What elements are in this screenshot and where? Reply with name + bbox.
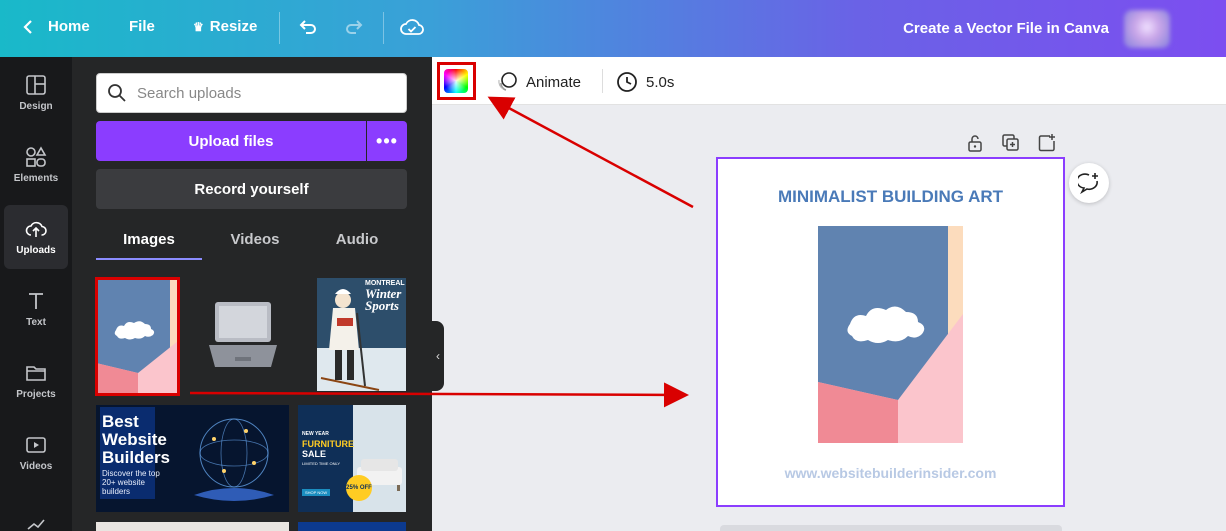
upload-thumb-partial[interactable] — [298, 522, 406, 531]
active-tab-indicator — [96, 258, 202, 260]
cloud-check-icon — [400, 19, 424, 35]
chart-line-icon — [27, 519, 45, 530]
text-icon — [29, 293, 43, 309]
furniture-shop-now: SHOP NOW — [302, 489, 331, 496]
document-title[interactable]: Create a Vector File in Canva — [903, 20, 1109, 37]
furniture-limited: LIMITED TIME ONLY — [302, 461, 341, 466]
avatar[interactable] — [1124, 10, 1170, 48]
upload-files-button[interactable]: Upload files — [96, 121, 366, 161]
clock-icon — [617, 72, 637, 92]
design-icon — [26, 75, 46, 95]
upload-thumb-furniture-sale[interactable]: NEW YEAR FURNITURE SALE LIMITED TIME ONL… — [298, 405, 406, 512]
record-yourself-button[interactable]: Record yourself — [96, 169, 407, 209]
next-page-preview[interactable] — [720, 525, 1062, 531]
rail-label: Elements — [13, 173, 59, 184]
rail-item-videos[interactable]: Videos — [4, 421, 68, 485]
redo-icon — [346, 20, 363, 34]
divider — [279, 12, 280, 44]
animate-label: Animate — [526, 73, 582, 91]
arrow-to-color-picker — [487, 96, 694, 209]
builders-line1: Best — [102, 412, 139, 431]
chevron-left-icon — [23, 19, 32, 34]
side-rail: Design Elements Uploads Text Projects Vi… — [0, 57, 72, 531]
duration-label: 5.0s — [646, 73, 675, 91]
home-label: Home — [48, 18, 90, 35]
divider — [602, 69, 603, 93]
furniture-kicker: NEW YEAR — [302, 431, 329, 437]
furniture-title: FURNITURE — [302, 439, 354, 449]
video-icon — [26, 437, 46, 453]
builders-line2: Website — [102, 430, 167, 449]
upload-thumb-website-builders[interactable]: Best Website Builders Discover the top 2… — [96, 405, 289, 512]
redo-button[interactable] — [344, 17, 364, 37]
crown-icon: ♛ — [193, 19, 204, 34]
rail-item-projects[interactable]: Projects — [4, 349, 68, 413]
building-art-graphic[interactable] — [818, 226, 963, 443]
top-bar: Home File ♛ Resize Create a Vector File … — [0, 0, 1226, 57]
comment-plus-icon — [1078, 173, 1098, 194]
builders-headline: Best Website Builders — [102, 413, 170, 467]
upload-thumb-partial[interactable] — [96, 522, 289, 531]
rail-item-elements[interactable]: Elements — [4, 133, 68, 197]
duration-button[interactable]: 5.0s — [616, 71, 674, 93]
page-title[interactable]: MINIMALIST BUILDING ART — [718, 187, 1063, 207]
tab-audio[interactable]: Audio — [304, 231, 410, 248]
rail-label: Projects — [16, 389, 56, 400]
furniture-badge: 25% OFF — [346, 475, 372, 501]
search-input[interactable] — [137, 84, 377, 102]
furniture-sale: SALE — [302, 449, 327, 459]
collapse-panel-button[interactable]: ‹ — [432, 321, 444, 391]
upload-cloud-icon — [25, 221, 47, 237]
chevron-left-icon: ‹ — [436, 349, 440, 363]
globe-network-illustration — [194, 418, 274, 501]
uploads-panel: Upload files ••• Record yourself Images … — [72, 57, 432, 531]
home-button[interactable]: Home — [22, 18, 90, 35]
animate-button[interactable]: Animate — [496, 71, 581, 93]
rail-label: Uploads — [16, 245, 56, 256]
skier-illustration — [320, 289, 380, 391]
search-icon — [108, 84, 126, 102]
design-page[interactable]: MINIMALIST BUILDING ART www.websitebuild… — [716, 157, 1065, 507]
builders-line3: Builders — [102, 448, 171, 467]
resize-button[interactable]: ♛ Resize — [193, 18, 257, 35]
more-options-button[interactable]: ••• — [367, 121, 407, 161]
undo-button[interactable] — [298, 17, 318, 37]
file-label: File — [129, 18, 155, 35]
rail-label: Text — [26, 317, 46, 328]
rail-label: Design — [19, 101, 53, 112]
upload-thumb-winter-sports[interactable]: MONTREAL Winter Sports — [317, 278, 406, 391]
folder-icon — [26, 366, 46, 381]
rail-item-uploads[interactable]: Uploads — [4, 205, 68, 269]
laptop-icon — [209, 302, 277, 367]
upload-thumb-laptop[interactable] — [205, 297, 281, 373]
undo-icon — [299, 20, 316, 34]
cloud-save-button[interactable] — [400, 16, 424, 38]
tab-images[interactable]: Images — [96, 231, 202, 248]
duplicate-page-icon[interactable] — [1001, 133, 1021, 153]
add-page-icon[interactable] — [1037, 133, 1057, 153]
divider — [383, 12, 384, 44]
search-box[interactable] — [96, 73, 407, 113]
tab-videos[interactable]: Videos — [202, 231, 308, 248]
editor-toolbar: Animate 5.0s — [432, 57, 1226, 105]
builders-subtitle: Discover the top 20+ website builders — [102, 469, 160, 496]
page-url[interactable]: www.websitebuilderinsider.com — [718, 465, 1063, 481]
rail-item-text[interactable]: Text — [4, 277, 68, 341]
lock-icon[interactable] — [965, 133, 985, 153]
animate-icon — [498, 72, 517, 91]
rail-item-more[interactable] — [4, 493, 68, 531]
highlight-box-thumb — [95, 277, 180, 396]
highlight-box-color — [437, 62, 476, 100]
rail-label: Videos — [19, 461, 53, 472]
resize-label: Resize — [209, 18, 258, 35]
add-comment-button[interactable] — [1069, 163, 1109, 203]
file-menu-button[interactable]: File — [129, 18, 155, 35]
elements-icon — [26, 146, 47, 167]
rail-item-design[interactable]: Design — [4, 61, 68, 125]
